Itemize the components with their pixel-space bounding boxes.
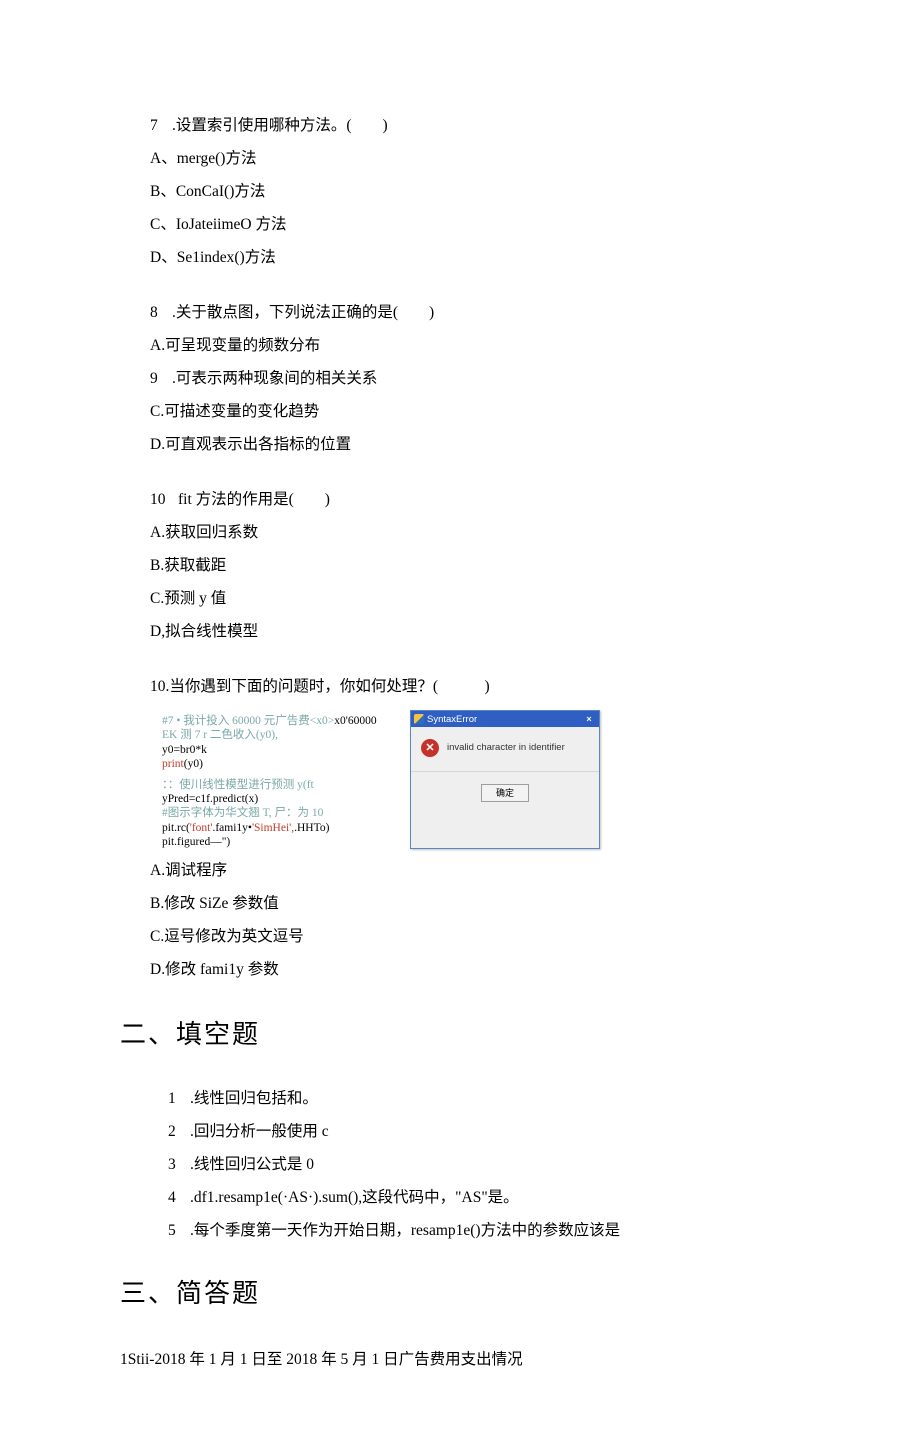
code-l8b: 'font' — [190, 822, 213, 834]
code-l1a: #7 • 我计投入 60000 元广告费<x0> — [162, 715, 334, 727]
f2-text: .回归分析一般使用 c — [190, 1123, 329, 1140]
q10b-opt-b: B.修改 SiZe 参数值 — [150, 888, 800, 919]
fill-questions: 1.线性回归包括和。 2.回归分析一般使用 c 3.线性回归公式是 0 4.df… — [150, 1083, 800, 1246]
question-10-fit: 10fit 方法的作用是( ) A.获取回归系数 B.获取截距 C.预测 y 值… — [150, 484, 800, 647]
q10b-opt-a: A.调试程序 — [150, 855, 800, 886]
f1-text: .线性回归包括和。 — [190, 1090, 318, 1107]
dialog-button-row: 确定 — [411, 771, 599, 812]
dialog-title: SyntaxError — [427, 710, 477, 729]
f5-num: 5 — [168, 1215, 190, 1246]
q8-opt-b: .可表示两种现象间的相关关系 — [172, 370, 377, 387]
code-l3: y0=br0*k — [162, 743, 392, 757]
q8-opt-a: A.可呈现变量的频数分布 — [150, 330, 800, 361]
q7-opt-c: C、IoJateiimeO 方法 — [150, 209, 800, 240]
code-l8e: .HHTo) — [294, 822, 329, 834]
code-l4b: (y0) — [184, 758, 203, 770]
code-l8a: pit.rc( — [162, 822, 190, 834]
f2-num: 2 — [168, 1116, 190, 1147]
code-l8c: .fami1y• — [212, 822, 251, 834]
error-dialog: SyntaxError × ✕ invalid character in ide… — [410, 710, 600, 849]
f5-text: .每个季度第一天作为开始日期，resamp1e()方法中的参数应该是 — [190, 1222, 620, 1239]
q8-stem: .关于散点图，下列说法正确的是( ) — [172, 304, 434, 321]
q10b-opt-c: C.逗号修改为英文逗号 — [150, 921, 800, 952]
code-l8d: 'SimHei', — [252, 822, 294, 834]
code-l1b: x0'60000 — [334, 715, 376, 727]
question-8: 8.关于散点图，下列说法正确的是( ) A.可呈现变量的频数分布 9.可表示两种… — [150, 297, 800, 460]
code-snippet: #7 • 我计投入 60000 元广告费<x0>x0'60000 EK 测 7 … — [162, 708, 392, 849]
q7-opt-a: A、merge()方法 — [150, 143, 800, 174]
f3-text: .线性回归公式是 0 — [190, 1156, 314, 1173]
question-7: 7.设置索引使用哪种方法。( ) A、merge()方法 B、ConCaI()方… — [150, 110, 800, 273]
q7-stem: .设置索引使用哪种方法。( ) — [172, 117, 388, 134]
short-answer-line: 1Stii-2018 年 1 月 1 日至 2018 年 5 月 1 日广告费用… — [120, 1344, 800, 1375]
f4-num: 4 — [168, 1182, 190, 1213]
error-icon: ✕ — [421, 739, 439, 757]
f1-num: 1 — [168, 1083, 190, 1114]
q10-num: 10 — [150, 484, 178, 515]
question-10-error: 10.当你遇到下面的问题时，你如何处理？( ) #7 • 我计投入 60000 … — [150, 671, 800, 985]
q10-opt-c: C.预测 y 值 — [150, 583, 800, 614]
close-icon[interactable]: × — [583, 710, 595, 728]
ok-button[interactable]: 确定 — [481, 784, 529, 802]
q8-opt-d: D.可直观表示出各指标的位置 — [150, 429, 800, 460]
q7-num: 7 — [150, 110, 172, 141]
f3-num: 3 — [168, 1149, 190, 1180]
q10b-stem: 10.当你遇到下面的问题时，你如何处理？( ) — [150, 671, 800, 702]
q10-opt-d: D,拟合线性模型 — [150, 616, 800, 647]
code-and-dialog: #7 • 我计投入 60000 元广告费<x0>x0'60000 EK 测 7 … — [162, 708, 800, 849]
q10-opt-b: B.获取截距 — [150, 550, 800, 581]
section-fill-title: 二、填空题 — [120, 1009, 800, 1061]
code-l9: pit.figured—") — [162, 835, 392, 849]
q8-num: 8 — [150, 297, 172, 328]
code-l2: EK 测 7 r 二色收入(y0), — [162, 728, 392, 742]
section-short-title: 三、简答题 — [120, 1268, 800, 1320]
q10-opt-a: A.获取回归系数 — [150, 517, 800, 548]
q8-opt-c: C.可描述变量的变化趋势 — [150, 396, 800, 427]
q7-opt-b: B、ConCaI()方法 — [150, 176, 800, 207]
code-l7: #图示字体为华文翘 T, 尸：为 10 — [162, 806, 392, 820]
f4-text: .df1.resamp1e(·AS·).sum(),这段代码中，"AS"是。 — [190, 1189, 519, 1206]
dialog-message: invalid character in identifier — [447, 743, 565, 754]
python-icon — [414, 714, 424, 724]
code-l6: yPred=c1f.predict(x) — [162, 792, 392, 806]
q10-stem: fit 方法的作用是( ) — [178, 491, 330, 508]
code-l5: ：：使川线性模型进行预测 y(ft — [162, 778, 392, 792]
q10b-opt-d: D.修改 fami1y 参数 — [150, 954, 800, 985]
dialog-body: ✕ invalid character in identifier — [411, 727, 599, 771]
q8-num-9: 9 — [150, 363, 172, 394]
dialog-titlebar: SyntaxError × — [411, 711, 599, 727]
q7-opt-d: D、Se1index()方法 — [150, 242, 800, 273]
code-l4a: print — [162, 758, 184, 770]
